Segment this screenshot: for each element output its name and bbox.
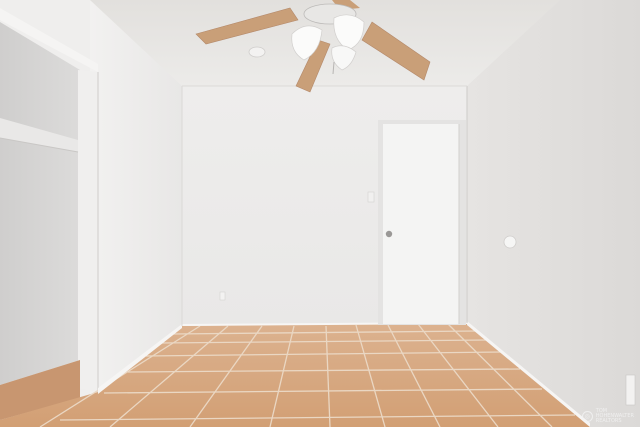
watermark-line-3: REALTORS bbox=[595, 418, 622, 424]
room-illustration bbox=[0, 0, 640, 427]
realtor-watermark: ◎ Tom Hohenwalter REALTORS bbox=[581, 409, 634, 424]
light-switch bbox=[367, 191, 375, 203]
smoke-detector bbox=[248, 46, 266, 58]
right-outlet bbox=[625, 374, 636, 406]
closet-opening bbox=[0, 22, 80, 385]
wall-outlet bbox=[219, 291, 226, 301]
closet-jamb bbox=[78, 70, 98, 392]
room-photo: ◎ Tom Hohenwalter REALTORS bbox=[0, 0, 640, 427]
thermostat bbox=[503, 235, 517, 249]
realtor-logo-icon: ◎ bbox=[581, 411, 593, 422]
door-knob bbox=[385, 230, 393, 238]
door bbox=[383, 124, 459, 324]
